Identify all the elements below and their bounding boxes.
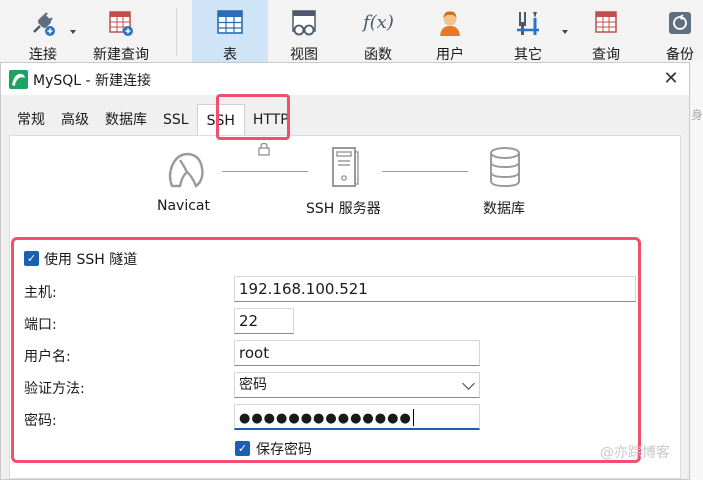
main-toolbar: 连接 新建查询 表 视图 f(x) 函数 用户 其它 查询 备份 xyxy=(0,0,703,63)
tab-database[interactable]: 数据库 xyxy=(97,104,155,136)
toolbar-other-button[interactable]: 其它 xyxy=(506,4,550,63)
tools-icon xyxy=(513,8,543,38)
background-snippet-text: 身出 xyxy=(691,108,703,122)
ssh-tab-highlight xyxy=(216,94,290,140)
dialog-title-bar[interactable]: MySQL - 新建连接 ✕ xyxy=(1,63,689,95)
toolbar-backup-label: 备份 xyxy=(666,47,694,63)
dialog-title: MySQL - 新建连接 xyxy=(33,73,152,89)
view-icon xyxy=(289,8,319,38)
plug-icon xyxy=(28,8,58,38)
query-icon xyxy=(591,8,621,38)
toolbar-separator xyxy=(176,8,177,56)
background-window-edge: 身出 xyxy=(691,62,703,480)
function-icon: f(x) xyxy=(363,8,394,38)
toolbar-view-label: 视图 xyxy=(290,47,318,63)
tab-advanced[interactable]: 高级 xyxy=(53,104,97,136)
toolbar-query-label: 查询 xyxy=(592,47,620,63)
toolbar-new-query-button[interactable]: 新建查询 xyxy=(86,4,156,63)
tab-ssl[interactable]: SSL xyxy=(155,104,197,136)
user-icon xyxy=(435,8,465,38)
new-query-icon xyxy=(106,8,136,38)
toolbar-table-button[interactable]: 表 xyxy=(192,0,268,63)
toolbar-new-query-label: 新建查询 xyxy=(93,47,149,63)
watermark-text: @亦踪博客 xyxy=(600,445,670,461)
lock-icon xyxy=(257,142,271,156)
tab-general[interactable]: 常规 xyxy=(9,104,53,136)
toolbar-user-label: 用户 xyxy=(436,47,464,63)
toolbar-connect-button[interactable]: 连接 xyxy=(22,4,64,63)
ssh-form-highlight xyxy=(11,237,641,463)
diagram-link-2 xyxy=(382,171,468,172)
toolbar-query-button[interactable]: 查询 xyxy=(584,4,628,63)
close-icon[interactable]: ✕ xyxy=(659,67,683,91)
database-node-icon xyxy=(488,146,522,188)
toolbar-backup-button[interactable]: 备份 xyxy=(658,4,702,63)
diagram-node-navicat: Navicat xyxy=(157,198,210,214)
chevron-down-icon[interactable] xyxy=(562,30,568,34)
function-glyph: f(x) xyxy=(363,12,394,33)
toolbar-table-label: 表 xyxy=(223,47,237,63)
chevron-down-icon[interactable] xyxy=(70,30,76,34)
toolbar-function-button[interactable]: f(x) 函数 xyxy=(356,4,400,63)
backup-icon xyxy=(665,8,695,38)
navicat-node-icon xyxy=(162,146,208,192)
diagram-node-ssh-server: SSH 服务器 xyxy=(306,201,381,217)
toolbar-function-label: 函数 xyxy=(364,47,392,63)
table-icon xyxy=(215,8,245,38)
diagram-node-database: 数据库 xyxy=(483,201,525,217)
navicat-logo-icon xyxy=(9,70,28,89)
diagram-link-1 xyxy=(222,171,308,172)
ssh-server-icon xyxy=(330,146,360,188)
toolbar-user-button[interactable]: 用户 xyxy=(428,4,472,63)
toolbar-connect-label: 连接 xyxy=(29,47,57,63)
toolbar-other-label: 其它 xyxy=(514,47,542,63)
toolbar-view-button[interactable]: 视图 xyxy=(282,4,326,63)
